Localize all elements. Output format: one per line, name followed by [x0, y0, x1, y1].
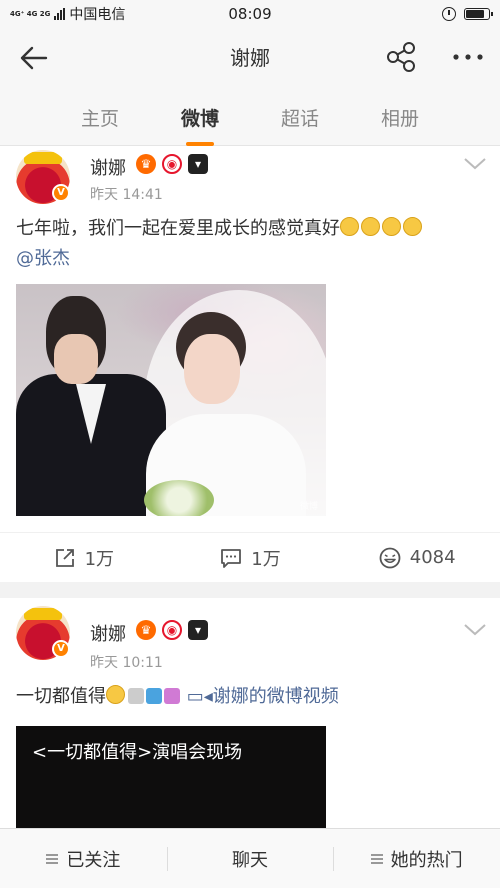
followed-label: 已关注: [66, 849, 121, 871]
video-camera-icon: ▭◂: [186, 686, 213, 707]
post-time: 昨天 14:41: [90, 187, 163, 203]
camera-emoji-icon: [164, 688, 180, 704]
post-time: 昨天 10:11: [90, 655, 163, 671]
post-text: 七年啦，我们一起在爱里成长的感觉真好 @张杰: [16, 214, 480, 274]
post-card[interactable]: V 谢娜 ♛ ◉ ▾ 昨天 10:11 一切都值得 ▭◂谢娜的微博视频 <一切都…: [0, 598, 500, 836]
like-icon: [379, 547, 401, 568]
like-button[interactable]: 4084: [333, 533, 500, 582]
followed-button[interactable]: 已关注: [0, 829, 167, 888]
chevron-down-icon[interactable]: [462, 622, 488, 638]
video-link[interactable]: ▭◂谢娜的微博视频: [187, 686, 339, 707]
signal-icon: [54, 8, 66, 20]
smile-emoji-icon: [340, 217, 359, 236]
comment-button[interactable]: 1万: [167, 533, 334, 582]
share-icon[interactable]: [384, 40, 418, 74]
nav-bar: 谢娜: [0, 28, 500, 86]
video-title: <一切都值得>演唱会现场: [32, 742, 243, 763]
sunglasses-badge-icon: ▾: [188, 154, 208, 174]
page-title: 谢娜: [230, 46, 270, 70]
image-watermark: 微博: [299, 502, 318, 512]
post-text-content: 一切都值得: [16, 686, 106, 707]
tab-home[interactable]: 主页: [70, 104, 130, 131]
microphone-emoji-icon: [128, 688, 144, 704]
weibo-badge-icon: ◉: [162, 620, 182, 640]
music-note-emoji-icon: [146, 688, 162, 704]
network-indicator: 4G⁺ 4G 2G: [10, 10, 51, 18]
chevron-down-icon[interactable]: [462, 156, 488, 172]
post-author[interactable]: 谢娜: [90, 620, 126, 646]
bottom-bar: 已关注 聊天 她的热门: [0, 828, 500, 888]
post-author[interactable]: 谢娜: [90, 154, 126, 180]
video-thumbnail[interactable]: <一切都值得>演唱会现场: [16, 726, 326, 836]
verified-badge-icon: V: [52, 640, 70, 658]
profile-tabs: 主页 微博 超话 相册: [0, 86, 500, 146]
tab-weibo-label: 微博: [180, 108, 219, 130]
back-icon[interactable]: [14, 40, 50, 76]
repost-count: 1万: [84, 548, 115, 570]
tab-album[interactable]: 相册: [370, 104, 430, 131]
menu-icon: [370, 853, 383, 864]
hot-posts-label: 她的热门: [390, 849, 463, 871]
tab-super-topic[interactable]: 超话: [270, 104, 330, 131]
smile-emoji-icon: [382, 217, 401, 236]
weibo-badge-icon: ◉: [162, 154, 182, 174]
menu-icon: [46, 853, 59, 864]
more-icon[interactable]: [448, 40, 488, 74]
alarm-icon: [442, 7, 456, 21]
tab-weibo[interactable]: 微博: [170, 104, 230, 146]
crown-badge-icon: ♛: [136, 154, 156, 174]
comment-icon: [221, 548, 242, 568]
post-text: 一切都值得 ▭◂谢娜的微博视频: [16, 682, 480, 712]
like-count: 4084: [409, 547, 456, 568]
repost-button[interactable]: 1万: [0, 533, 167, 582]
carrier-label: 中国电信: [69, 7, 126, 23]
post-actions: 1万 1万 4084: [0, 532, 500, 582]
sunglasses-badge-icon: ▾: [188, 620, 208, 640]
smile-emoji-icon: [361, 217, 380, 236]
video-link-label: 谢娜的微博视频: [212, 686, 339, 707]
smile-emoji-icon: [106, 685, 125, 704]
comment-count: 1万: [251, 548, 281, 570]
mention-link[interactable]: @张杰: [16, 248, 70, 269]
post-card[interactable]: V 谢娜 ♛ ◉ ▾ 昨天 14:41 七年啦，我们一起在爱里成长的感觉真好 @…: [0, 146, 500, 582]
post-image[interactable]: 微博: [16, 284, 326, 516]
verified-badge-icon: V: [52, 184, 70, 202]
clock: 08:09: [228, 5, 272, 23]
chat-label: 聊天: [232, 849, 268, 871]
smile-emoji-icon: [403, 217, 422, 236]
hot-posts-button[interactable]: 她的热门: [333, 829, 500, 888]
crown-badge-icon: ♛: [136, 620, 156, 640]
post-text-content: 七年啦，我们一起在爱里成长的感觉真好: [16, 218, 340, 239]
chat-button[interactable]: 聊天: [166, 829, 334, 888]
status-bar: 4G⁺ 4G 2G 中国电信 08:09: [0, 0, 500, 28]
battery-icon: [464, 8, 493, 20]
repost-icon: [55, 548, 74, 567]
